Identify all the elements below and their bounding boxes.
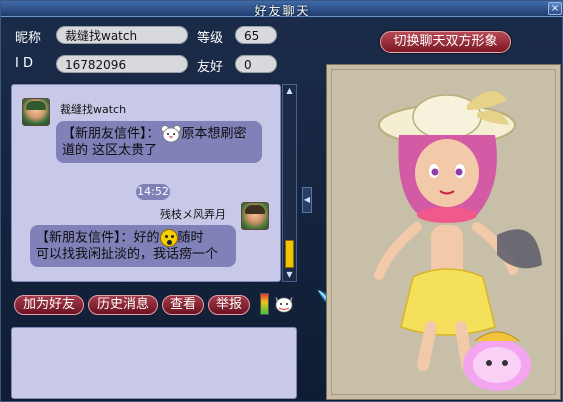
nickname-field: 裁缝找watch: [56, 26, 188, 44]
friendship-field: 0: [235, 55, 277, 73]
id-label: I D: [15, 56, 33, 71]
view-button[interactable]: 查看: [162, 295, 204, 315]
bear-emoji-icon: [160, 125, 182, 143]
friend-chat-window: 好友聊天 × 昵称 裁缝找watch 等级 65 I D 16782096 友好…: [0, 0, 563, 402]
character-portrait: [326, 64, 561, 400]
message-bubble: 【新朋友信件】： 原本想刷密道的 这区太贵了: [56, 121, 262, 163]
close-icon: ×: [550, 3, 560, 14]
close-button[interactable]: ×: [548, 2, 562, 15]
avatar[interactable]: [22, 98, 50, 126]
message-text: 可以找我闲扯淡的，我话痨一个: [36, 247, 219, 262]
collapse-panel-icon[interactable]: ◀: [302, 187, 312, 213]
scroll-down-icon[interactable]: ▼: [284, 270, 295, 280]
sender-name: 残枝メ风弄月: [160, 208, 226, 221]
title-bar[interactable]: 好友聊天 ×: [1, 1, 563, 18]
avatar[interactable]: [241, 202, 269, 230]
signal-icon: [260, 293, 269, 315]
add-friend-button[interactable]: 加为好友: [14, 295, 84, 315]
friendship-label: 友好: [197, 60, 224, 75]
scroll-thumb[interactable]: [285, 240, 294, 268]
chat-log[interactable]: 裁缝找watch 【新朋友信件】： 原本想刷密道的 这区太贵了 14:52 残枝…: [11, 84, 281, 282]
message-input[interactable]: [11, 327, 297, 399]
timestamp: 14:52: [136, 184, 170, 200]
nickname-label: 昵称: [15, 31, 42, 46]
message-bubble: 【新朋友信件】：好的 随时 可以找我闲扯淡的，我话痨一个: [30, 225, 236, 267]
message-tag: 【新朋友信件】：好的: [36, 230, 160, 246]
chat-scrollbar[interactable]: ▲ ▼: [282, 84, 297, 282]
switch-appearance-button[interactable]: 切换聊天双方形象: [380, 31, 511, 53]
level-field: 65: [235, 26, 277, 44]
level-label: 等级: [197, 31, 224, 46]
history-button[interactable]: 历史消息: [88, 295, 158, 315]
id-field: 16782096: [56, 55, 188, 73]
report-button[interactable]: 举报: [208, 295, 250, 315]
sender-name: 裁缝找watch: [60, 103, 127, 116]
scroll-up-icon[interactable]: ▲: [284, 86, 295, 96]
pet-cat-icon[interactable]: [273, 293, 295, 313]
message-tag: 【新朋友信件】：: [62, 126, 160, 142]
surprised-face-icon: [159, 229, 178, 247]
window-title: 好友聊天: [254, 4, 311, 18]
message-text: 随时: [177, 230, 204, 246]
